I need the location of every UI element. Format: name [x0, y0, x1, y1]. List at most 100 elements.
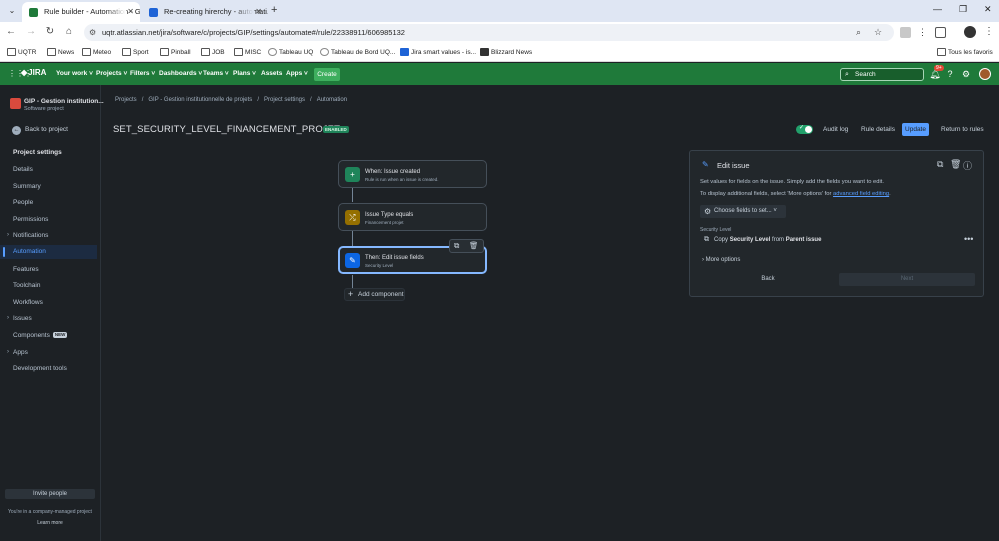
nav-teams[interactable]: Teams ˅ — [203, 70, 229, 77]
tab-search-icon[interactable]: ⌄ — [6, 5, 18, 17]
sidebar-item-automation[interactable]: Automation — [0, 245, 97, 259]
bookmark-folder[interactable]: MISC — [234, 47, 261, 58]
more-options-toggle[interactable]: › More options — [702, 257, 740, 263]
help-icon[interactable]: ? — [944, 68, 956, 80]
forward-arrow-icon[interactable]: → — [25, 26, 37, 38]
tab-close-icon[interactable]: ✕ — [255, 2, 262, 22]
help-icon[interactable]: ⓘ — [963, 159, 972, 172]
all-bookmarks[interactable]: Tous les favoris — [937, 47, 993, 58]
jira-logo[interactable]: ◆JIRA — [21, 68, 46, 77]
invite-people-button[interactable]: Invite people — [5, 489, 95, 499]
create-button[interactable]: Create — [314, 68, 340, 81]
next-button[interactable]: Next — [839, 273, 975, 286]
update-button[interactable]: Update — [902, 123, 929, 136]
site-info-icon[interactable]: ⚙ — [89, 28, 98, 37]
extensions-puzzle-icon[interactable] — [935, 27, 946, 38]
reload-icon[interactable]: ↻ — [44, 26, 56, 38]
trash-icon[interactable]: 🗑︎ — [469, 241, 479, 250]
folder-icon — [122, 48, 131, 56]
sidebar-section-title: Project settings — [13, 149, 62, 156]
copy-icon[interactable]: ⧉ — [454, 241, 459, 251]
sidebar-item-permissions[interactable]: Permissions — [13, 216, 48, 223]
bookmark-folder[interactable]: Pinball — [160, 47, 191, 58]
sidebar-item-workflows[interactable]: Workflows — [13, 299, 43, 306]
new-tab-icon[interactable]: + — [271, 4, 277, 16]
more-actions-icon[interactable]: ••• — [964, 234, 973, 244]
condition-node[interactable]: ⤮ Issue Type equals Financement projet — [338, 203, 487, 231]
bookmark-link[interactable]: Tableau UQ — [268, 47, 313, 58]
audit-log-button[interactable]: Audit log — [823, 126, 848, 133]
rule-details-button[interactable]: Rule details — [861, 126, 895, 133]
nav-assets[interactable]: Assets — [261, 70, 282, 77]
minimize-icon[interactable]: — — [933, 4, 942, 14]
node-subtitle: Financement projet — [365, 220, 404, 225]
profile-avatar[interactable] — [964, 26, 976, 38]
nav-projects[interactable]: Projects ˅ — [96, 70, 127, 77]
breadcrumb-project[interactable]: GIP - Gestion institutionnelle de projet… — [148, 97, 252, 103]
extension-menu-icon[interactable]: ⋮ — [918, 27, 929, 38]
bookmark-link[interactable]: Jira smart values - is... — [400, 47, 476, 58]
back-button[interactable]: Back — [700, 273, 836, 286]
nav-plans[interactable]: Plans ˅ — [233, 70, 256, 77]
bookmark-link[interactable]: Tableau de Bord UQ... — [320, 47, 395, 58]
sidebar-item-components[interactable]: Components NEW — [13, 332, 68, 339]
browser-menu-icon[interactable]: ⋮ — [984, 26, 994, 37]
sidebar-item-toolchain[interactable]: Toolchain — [13, 282, 40, 289]
back-arrow-icon[interactable]: ← — [5, 26, 17, 38]
sidebar-item-apps[interactable]: › Apps — [7, 349, 28, 356]
bookmark-folder[interactable]: Sport — [122, 47, 149, 58]
sidebar-item-notifications[interactable]: › Notifications — [7, 232, 48, 239]
trash-icon[interactable]: 🗑︎ — [950, 159, 961, 170]
sidebar-item-issues[interactable]: › Issues — [7, 315, 32, 322]
rule-title[interactable]: SET_SECURITY_LEVEL_FINANCEMENT_PROJET — [113, 124, 340, 135]
shuffle-icon: ⤮ — [345, 210, 360, 225]
advanced-field-editing-link[interactable]: advanced field editing — [833, 191, 889, 197]
project-sidebar: GIP - Gestion institution... Software pr… — [0, 85, 104, 541]
copy-icon: ⧉ — [704, 236, 709, 243]
status-badge: ENABLED — [323, 126, 349, 133]
restore-icon[interactable]: ❐ — [959, 4, 967, 15]
back-to-project-link[interactable]: ← Back to project — [12, 126, 68, 135]
node-title: When: Issue created — [365, 169, 421, 175]
field-value[interactable]: ⧉ Copy Security Level from Parent issue — [704, 236, 821, 243]
nav-your-work[interactable]: Your work ˅ — [56, 70, 93, 77]
bookmark-star-icon[interactable]: ☆ — [874, 27, 882, 38]
bookmark-folder[interactable]: UQTR — [7, 47, 36, 58]
sidebar-item-features[interactable]: Features — [13, 266, 39, 273]
copy-icon[interactable]: ⧉ — [937, 159, 943, 170]
settings-gear-icon[interactable]: ⚙ — [960, 68, 972, 80]
folder-icon — [7, 48, 16, 56]
chevron-right-icon: › — [7, 349, 9, 355]
extension-icon[interactable] — [900, 27, 911, 38]
bookmark-folder[interactable]: JOB — [201, 47, 225, 58]
breadcrumb-automation[interactable]: Automation — [317, 97, 347, 103]
nav-apps[interactable]: Apps ˅ — [286, 70, 308, 77]
sidebar-item-development-tools[interactable]: Development tools — [13, 365, 67, 372]
sidebar-item-people[interactable]: People — [13, 199, 33, 206]
window-close-icon[interactable]: ✕ — [984, 4, 992, 15]
user-avatar[interactable] — [979, 68, 991, 80]
zoom-icon[interactable]: ⌕ — [856, 27, 861, 38]
sidebar-item-details[interactable]: Details — [13, 166, 33, 173]
url-field[interactable]: ⚙ uqtr.atlassian.net/jira/software/c/pro… — [84, 24, 894, 41]
browser-tab[interactable]: Re-creating hirerchy - automati... ✕ — [142, 2, 268, 22]
trigger-node[interactable]: + When: Issue created Rule is run when a… — [338, 160, 487, 188]
back-arrow-icon: ← — [12, 126, 21, 135]
nav-filters[interactable]: Filters ˅ — [130, 70, 155, 77]
rule-enabled-toggle[interactable]: ✓ — [796, 125, 813, 134]
tab-close-icon[interactable]: ✕ — [127, 2, 134, 22]
learn-more-link[interactable]: Learn more — [0, 520, 100, 526]
add-component-button[interactable]: + Add component — [344, 288, 405, 301]
return-to-rules-button[interactable]: Return to rules — [941, 126, 984, 133]
bookmark-folder[interactable]: News — [47, 47, 74, 58]
nav-dashboards[interactable]: Dashboards ˅ — [159, 70, 202, 77]
bookmark-link[interactable]: Blizzard News — [480, 47, 532, 58]
search-input[interactable]: ⌕ Search — [840, 68, 924, 81]
browser-tab-active[interactable]: Rule builder - Automation - GIP ✕ — [22, 2, 140, 22]
bookmark-folder[interactable]: Meteo — [82, 47, 111, 58]
home-icon[interactable]: ⌂ — [63, 26, 75, 38]
breadcrumb-settings[interactable]: Project settings — [264, 97, 305, 103]
choose-fields-dropdown[interactable]: ⚙ Choose fields to set... ˅ — [700, 205, 786, 218]
breadcrumb-projects[interactable]: Projects — [115, 97, 137, 103]
sidebar-item-summary[interactable]: Summary — [13, 183, 41, 190]
